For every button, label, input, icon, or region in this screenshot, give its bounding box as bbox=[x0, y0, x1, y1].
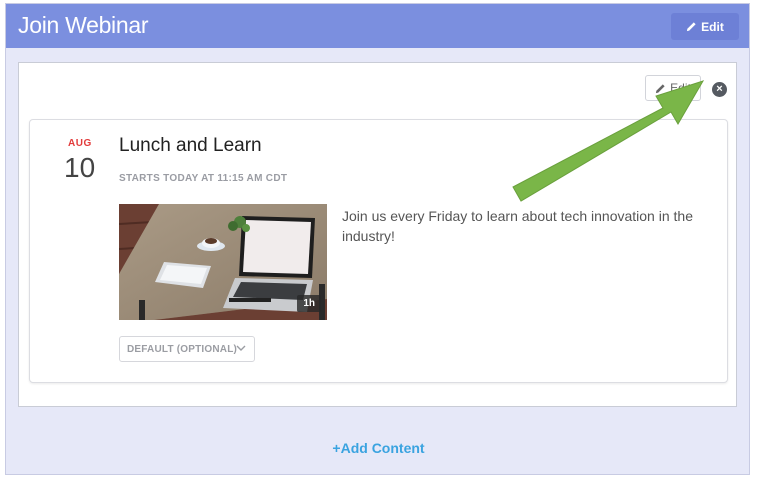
event-title[interactable]: Lunch and Learn bbox=[119, 135, 262, 157]
pencil-icon bbox=[656, 83, 665, 93]
category-select[interactable]: DEFAULT (OPTIONAL) bbox=[119, 336, 255, 362]
chevron-down-icon bbox=[236, 345, 246, 351]
event-month: AUG bbox=[68, 138, 92, 149]
content-edit-label: Edit bbox=[670, 81, 691, 95]
event-description: Join us every Friday to learn about tech… bbox=[342, 208, 693, 244]
content-edit-button[interactable]: Edit bbox=[645, 75, 701, 101]
panel-header: Join Webinar Edit bbox=[6, 4, 749, 48]
event-thumbnail[interactable]: 1h bbox=[119, 204, 327, 320]
event-card: AUG 10 Lunch and Learn STARTS TODAY AT 1… bbox=[29, 119, 728, 383]
event-start-time: STARTS TODAY AT 11:15 AM CDT bbox=[119, 173, 288, 184]
panel-title: Join Webinar bbox=[18, 12, 149, 38]
webinar-panel: Join Webinar Edit Edit × AUG 10 Lunch an… bbox=[5, 3, 750, 475]
select-value: DEFAULT (OPTIONAL) bbox=[127, 343, 238, 355]
add-content-link[interactable]: +Add Content bbox=[6, 440, 751, 456]
header-edit-label: Edit bbox=[701, 19, 724, 34]
pencil-icon bbox=[687, 22, 696, 32]
content-block: Edit × AUG 10 Lunch and Learn STARTS TOD… bbox=[18, 62, 737, 407]
header-edit-button[interactable]: Edit bbox=[671, 13, 739, 40]
laptop-desk-image bbox=[119, 204, 327, 320]
close-icon[interactable]: × bbox=[712, 82, 727, 97]
duration-badge: 1h bbox=[297, 295, 321, 312]
event-day: 10 bbox=[64, 152, 96, 183]
